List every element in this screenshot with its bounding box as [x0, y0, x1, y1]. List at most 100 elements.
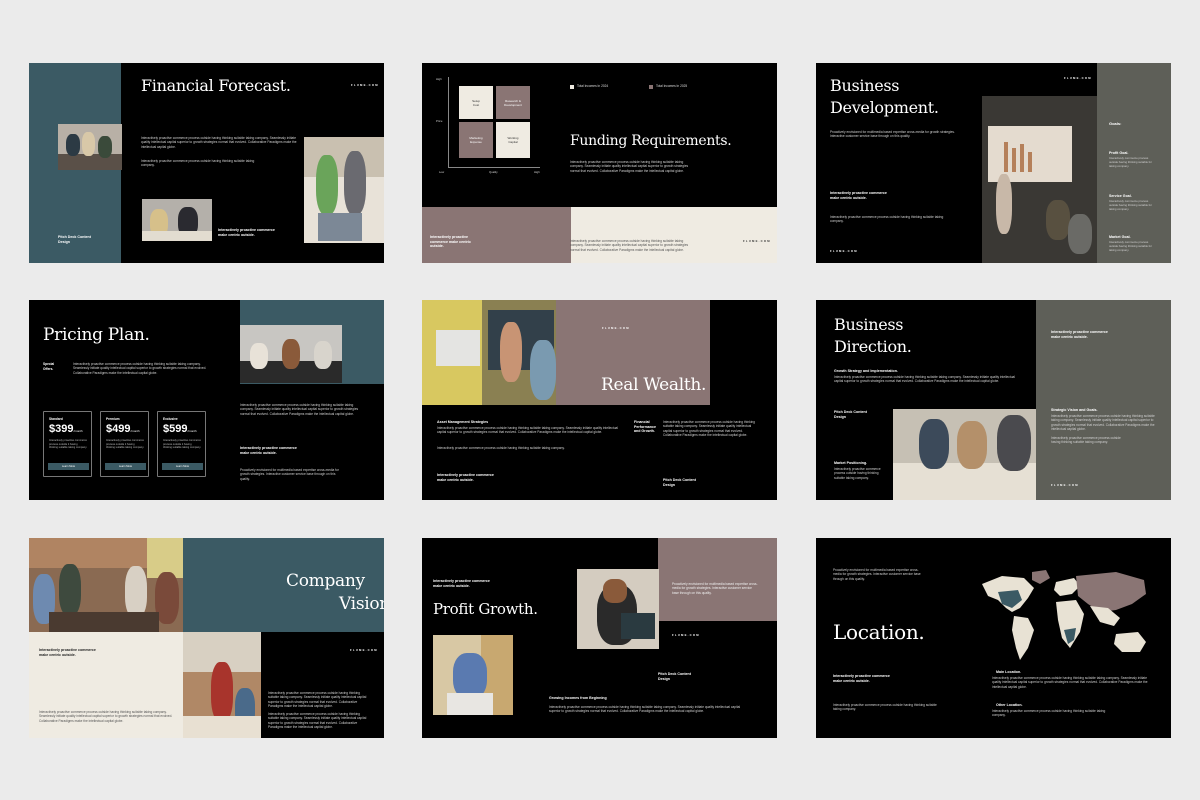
mauve-body-text: Proactively envisioned for multimedia ba… [672, 582, 758, 595]
learn-more-button[interactable]: Learn More [162, 463, 203, 470]
learn-more-button[interactable]: Learn More [48, 463, 89, 470]
vision-heading: Strategic Vision and Goals. [1051, 408, 1098, 412]
photo-coworking [183, 632, 261, 738]
growth-text: Interactively proactive commerce process… [834, 375, 1016, 384]
pitch-label: Pitch Deck Content Design [834, 410, 867, 419]
tagline: Interactively proactive commerce make ce… [218, 228, 275, 237]
x-label-quality: Quality [489, 170, 498, 174]
special-offers: Special Offers. [43, 362, 55, 371]
mauve-panel [658, 538, 777, 621]
tagline: Interactively proactive commerce make ce… [433, 579, 490, 588]
quadrant-rd: Research & Development [496, 86, 530, 119]
y-axis [448, 77, 449, 167]
slide-title: Pricing Plan. [43, 325, 150, 345]
growth-heading: Growth Strategy and Implementation. [834, 369, 898, 373]
main-location: Main Location. [996, 670, 1022, 674]
x-label-low: Low [439, 170, 445, 174]
brand-label: FLUME.COM [1051, 483, 1079, 487]
body-text-2: Proactively envisioned for multimedia ba… [240, 468, 339, 481]
slide-real-wealth[interactable]: FLUME.COM Real Wealth. Asset Management … [422, 300, 777, 500]
photo-office-computer [422, 300, 556, 405]
photo-laptop-duo [142, 199, 212, 241]
body-text-1: Interactively proactive commerce process… [141, 136, 297, 149]
cream-body-text: Interactively proactive commerce process… [39, 710, 173, 723]
tagline: Interactively proactive commerce make ce… [39, 648, 96, 657]
slide-profit-growth[interactable]: Interactively proactive commerce make ce… [422, 538, 777, 738]
slide-company-vision[interactable]: Company Vision. Interactively proactive … [29, 538, 384, 738]
asset-text-2: Interactively proactive commerce process… [437, 446, 565, 450]
market-heading: Market Positioning. [834, 461, 868, 465]
financial-text: Interactively proactive commerce process… [663, 420, 755, 438]
slide-title: Funding Requirements. [570, 133, 732, 149]
goal-service-text: Interactively commerce process outside h… [1109, 199, 1152, 211]
growing-heading: Growing Incomes from Beginning [549, 696, 607, 700]
quadrant-working-capital: Working Capital [496, 122, 530, 158]
slide-business-development[interactable]: Business Development. FLUME.COM Proactiv… [816, 63, 1171, 263]
legend-swatch-2024 [570, 85, 574, 89]
slide-title: Location. [833, 620, 925, 644]
legend-label-2025: Total Incomes In 2025 [656, 84, 688, 88]
brand-label: FLUME.COM [351, 83, 379, 87]
body-text-2: Interactively proactive commerce process… [268, 712, 367, 730]
slide-title-line1: Company [286, 571, 365, 591]
slide-funding-requirements[interactable]: High Price Low Quality High Setup Cost R… [422, 63, 777, 263]
price-card-standard[interactable]: Standard $399/month Interactively proact… [43, 411, 92, 477]
slide-title-line1: Business [834, 315, 904, 334]
goal-profit: Profit Goal. [1109, 151, 1129, 155]
x-axis [448, 167, 540, 168]
photo-presentation [982, 96, 1097, 263]
legend-swatch-2025 [649, 85, 653, 89]
brand-label: FLUME.COM [743, 239, 771, 243]
map-europe [1054, 578, 1080, 596]
slide-title-line2: Direction. [834, 337, 912, 356]
slide-financial-forecast[interactable]: Financial Forecast. FLUME.COM Interactiv… [29, 63, 384, 263]
body-text-2: Interactively proactive commerce process… [833, 703, 937, 712]
main-location-text: Interactively proactive commerce process… [992, 676, 1148, 689]
goal-profit-text: Interactively commerce process outside h… [1109, 156, 1152, 168]
price-card-premium[interactable]: Premium $499/month Interactively proacti… [100, 411, 149, 477]
brand-label: FLUME.COM [350, 648, 378, 652]
photo-boardroom [29, 538, 183, 632]
quadrant-marketing: Marketing Expense [459, 122, 493, 158]
body-text-2: Interactively proactive commerce process… [830, 215, 944, 224]
brand-label: FLUME.COM [602, 326, 630, 330]
footer-body-text: Interactively proactive commerce process… [570, 239, 689, 252]
photo-team-laughing [893, 409, 1036, 500]
tagline: Interactively proactive commerce make ce… [240, 446, 297, 455]
photo-team-office [58, 124, 122, 170]
price-card-exclusive[interactable]: Exclusive $599/month Interactively proac… [157, 411, 206, 477]
map-asia [1076, 572, 1146, 612]
slide-title: Financial Forecast. [141, 76, 291, 95]
goal-service: Service Goal. [1109, 194, 1132, 198]
slide-title: Real Wealth. [601, 375, 707, 395]
photo-women-talking [304, 137, 384, 243]
vision-text: Interactively proactive commerce process… [1051, 414, 1155, 432]
map-south-america [1012, 616, 1034, 660]
tagline: Interactively proactive commerce make ce… [1051, 330, 1108, 339]
special-offers-text: Interactively proactive commerce process… [73, 362, 207, 375]
other-location-text: Interactively proactive commerce process… [992, 709, 1106, 718]
body-text: Interactively proactive commerce process… [240, 403, 359, 416]
body-text: Interactively proactive commerce process… [570, 160, 689, 173]
vision-text-2: Interactively proactive commerce process… [1051, 436, 1121, 445]
slide-location[interactable]: Proactively envisioned for multimedia ba… [816, 538, 1171, 738]
photo-man-laptop [433, 635, 513, 715]
cream-footer-block [571, 207, 777, 263]
slide-pricing-plan[interactable]: Pricing Plan. Special Offers. Interactiv… [29, 300, 384, 500]
asset-text: Interactively proactive commerce process… [437, 426, 619, 435]
body-text: Interactively proactive commerce process… [549, 705, 741, 714]
y-label-high: High [436, 77, 442, 81]
slide-business-direction[interactable]: Business Direction. Growth Strategy and … [816, 300, 1171, 500]
learn-more-button[interactable]: Learn More [105, 463, 146, 470]
legend-label-2024: Total Incomes In 2024 [577, 84, 609, 88]
other-location: Other Location. [996, 703, 1023, 707]
photo-woman-reading [577, 569, 659, 649]
quadrant-setup-cost: Setup Cost [459, 86, 493, 119]
tagline: Interactively proactive commerce make ce… [430, 235, 471, 249]
pitch-label: Pitch Deck Content Design [663, 478, 696, 487]
body-text: Proactively envisioned for multimedia ba… [830, 130, 955, 139]
brand-label-footer: FLUME.COM [830, 249, 858, 253]
x-label-high: High [534, 170, 540, 174]
tagline: Interactively proactive commerce make ce… [830, 191, 887, 200]
brand-label: FLUME.COM [672, 633, 700, 637]
